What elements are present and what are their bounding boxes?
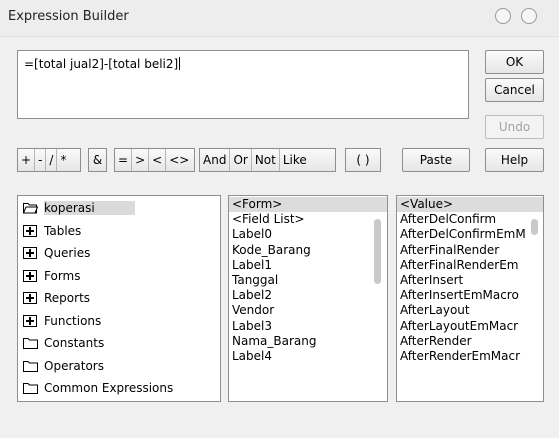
- list-item[interactable]: AfterLayout: [397, 303, 543, 318]
- list-item[interactable]: AfterDelConfirm: [397, 212, 543, 227]
- tree-item-koperasi[interactable]: koperasi: [18, 197, 220, 220]
- list-item[interactable]: <Field List>: [229, 212, 387, 227]
- op-equal[interactable]: =: [115, 149, 133, 171]
- cancel-button[interactable]: Cancel: [485, 78, 544, 102]
- title-bar: Expression Builder: [0, 0, 559, 37]
- op-like[interactable]: Like: [280, 149, 310, 171]
- plus-box-icon: [23, 247, 37, 259]
- folder-open-icon: [23, 203, 38, 214]
- list-item[interactable]: AfterFinalRender: [397, 243, 543, 258]
- concat-operator-group: &: [88, 148, 107, 172]
- expression-input[interactable]: =[total jual2]-[total beli2]: [17, 50, 469, 119]
- op-not[interactable]: Not: [252, 149, 280, 171]
- list-item[interactable]: Kode_Barang: [229, 243, 387, 258]
- help-button[interactable]: Help: [485, 148, 544, 172]
- op-not-equal[interactable]: <>: [166, 149, 192, 171]
- expression-categories-list[interactable]: <Form> <Field List> Label0 Kode_Barang L…: [228, 195, 388, 402]
- tree-item-label: Constants: [44, 336, 105, 350]
- paste-button[interactable]: Paste: [402, 148, 470, 172]
- close-button[interactable]: [521, 8, 537, 24]
- list-item[interactable]: AfterLayoutEmMacr: [397, 319, 543, 334]
- tree-item-functions[interactable]: Functions: [18, 310, 220, 333]
- op-parentheses[interactable]: ( ): [353, 149, 372, 171]
- tree-item-label: Functions: [44, 313, 102, 328]
- list-item[interactable]: AfterDelConfirmEmM: [397, 227, 543, 242]
- plus-box-icon: [23, 269, 37, 282]
- list-item[interactable]: AfterRender: [397, 334, 543, 349]
- op-minus[interactable]: -: [35, 149, 47, 171]
- list-item[interactable]: Label2: [229, 288, 387, 303]
- ok-button[interactable]: OK: [485, 50, 544, 74]
- plus-box-icon: [23, 314, 37, 327]
- tree-item-reports[interactable]: Reports: [18, 287, 220, 310]
- tree-item-operators[interactable]: Operators: [18, 355, 220, 378]
- tree-item-label: Forms: [44, 268, 81, 283]
- tree-item-label: Operators: [44, 358, 104, 373]
- folder-icon: [23, 360, 38, 372]
- op-less[interactable]: <: [149, 149, 167, 171]
- list-item[interactable]: Label4: [229, 349, 387, 364]
- tree-item-label: koperasi: [44, 201, 135, 215]
- expression-elements-tree[interactable]: koperasi Tables Queries Forms Reports Fu…: [17, 195, 221, 402]
- tree-item-label: Tables: [44, 223, 82, 238]
- list-item[interactable]: AfterInsert: [397, 273, 543, 288]
- list-item[interactable]: AfterRenderEmMacr: [397, 349, 543, 364]
- tree-item-label: Reports: [44, 291, 91, 305]
- expression-values-list[interactable]: <Value> AfterDelConfirm AfterDelConfirmE…: [396, 195, 544, 402]
- op-or[interactable]: Or: [230, 149, 252, 171]
- tree-item-tables[interactable]: Tables: [18, 220, 220, 243]
- tree-item-forms[interactable]: Forms: [18, 265, 220, 288]
- list-item[interactable]: Tanggal: [229, 273, 387, 288]
- list-item[interactable]: Label0: [229, 227, 387, 242]
- op-plus[interactable]: +: [18, 149, 36, 171]
- middle-list-scrollbar[interactable]: [374, 219, 381, 284]
- arith-operator-group: + - / *: [17, 148, 81, 172]
- list-item[interactable]: <Value>: [397, 197, 543, 213]
- op-and[interactable]: And: [200, 149, 231, 171]
- op-multiply[interactable]: *: [57, 149, 69, 171]
- list-item[interactable]: AfterInsertEmMacro: [397, 288, 543, 303]
- op-concat[interactable]: &: [90, 149, 105, 171]
- list-item[interactable]: Label3: [229, 319, 387, 334]
- tree-item-label: Queries: [44, 246, 91, 260]
- logic-operator-group: And Or Not Like: [199, 148, 336, 172]
- tree-item-constants[interactable]: Constants: [18, 332, 220, 355]
- op-greater[interactable]: >: [132, 149, 150, 171]
- folder-icon: [23, 383, 38, 394]
- window-title: Expression Builder: [8, 9, 129, 24]
- list-item[interactable]: <Form>: [229, 197, 387, 213]
- compare-operator-group: = > < <>: [114, 148, 195, 172]
- plus-box-icon: [23, 292, 37, 304]
- op-divide[interactable]: /: [46, 149, 58, 171]
- text-caret: [179, 57, 181, 70]
- tree-item-label: Common Expressions: [44, 381, 174, 395]
- right-list-scrollbar[interactable]: [531, 219, 538, 235]
- paren-operator-group: ( ): [345, 148, 381, 172]
- list-item[interactable]: Label1: [229, 258, 387, 273]
- tree-item-common-expressions[interactable]: Common Expressions: [18, 377, 220, 400]
- list-item[interactable]: Vendor: [229, 303, 387, 318]
- plus-box-icon: [23, 224, 37, 237]
- tree-item-queries[interactable]: Queries: [18, 242, 220, 265]
- folder-icon: [23, 338, 38, 349]
- expression-text: =[total jual2]-[total beli2]: [24, 57, 179, 71]
- minimize-button[interactable]: [495, 8, 511, 24]
- list-item[interactable]: AfterFinalRenderEm: [397, 258, 543, 273]
- undo-button[interactable]: Undo: [485, 115, 544, 139]
- list-item[interactable]: Nama_Barang: [229, 334, 387, 349]
